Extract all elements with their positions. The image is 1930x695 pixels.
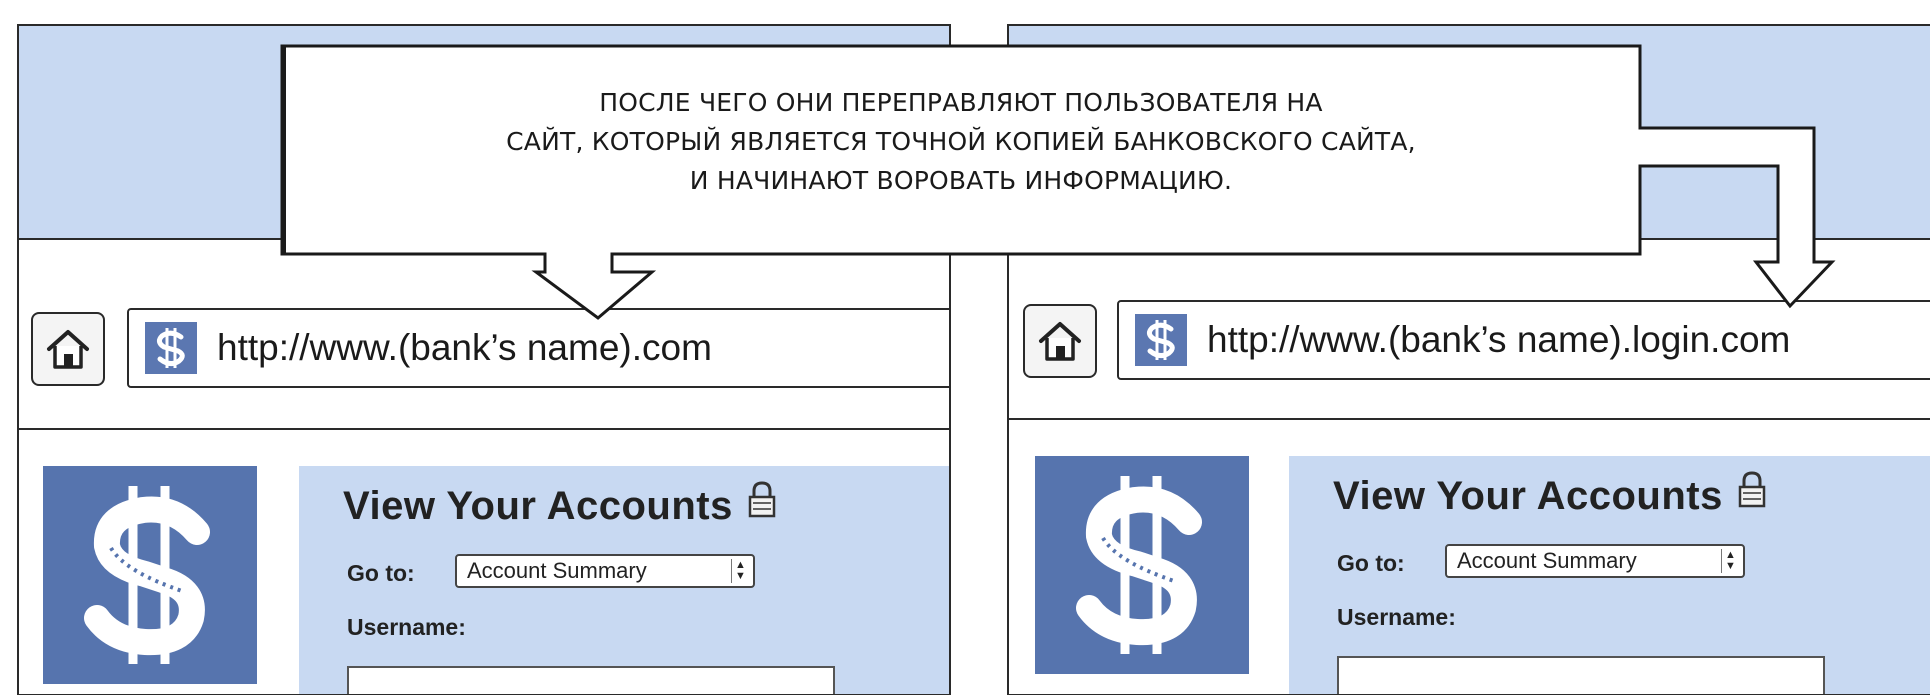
address-bar[interactable]: http://www.(bank’s name).login.com	[1117, 300, 1930, 380]
url-text: http://www.(bank’s name).com	[217, 327, 712, 368]
toolbar-divider	[19, 428, 949, 430]
login-title: View Your Accounts	[343, 481, 777, 532]
lock-icon	[747, 480, 777, 528]
goto-select[interactable]: Account Summary ▲ ▼	[1445, 544, 1745, 578]
goto-select[interactable]: Account Summary ▲ ▼	[455, 554, 755, 588]
callout-line-1: ПОСЛЕ ЧЕГО ОНИ ПЕРЕПРАВЛЯЮТ ПОЛЬЗОВАТЕЛЯ…	[599, 87, 1323, 117]
toolbar-divider	[1009, 418, 1930, 420]
bank-logo	[1035, 456, 1249, 674]
url-text: http://www.(bank’s name).login.com	[1207, 319, 1791, 360]
dollar-icon	[1135, 314, 1187, 366]
comic-panel: http://www.(bank’s name).com View Your A…	[0, 0, 1930, 695]
updown-arrows-icon: ▲ ▼	[731, 559, 749, 583]
username-label: Username:	[1337, 604, 1456, 630]
login-form: View Your Accounts Go to: Account Summar…	[299, 466, 949, 694]
username-input[interactable]	[347, 666, 835, 694]
dollar-logo-icon	[84, 486, 210, 664]
address-bar[interactable]: http://www.(bank’s name).com	[127, 308, 949, 388]
dollar-logo-icon	[1076, 476, 1202, 654]
updown-arrows-icon: ▲ ▼	[1721, 549, 1739, 573]
home-button[interactable]	[1023, 304, 1097, 378]
username-input[interactable]	[1337, 656, 1825, 694]
dollar-icon	[145, 322, 197, 374]
home-icon	[47, 330, 89, 369]
login-title: View Your Accounts	[1333, 471, 1767, 522]
bank-logo	[43, 466, 257, 684]
goto-select-value: Account Summary	[1457, 548, 1637, 573]
login-form: View Your Accounts Go to: Account Summar…	[1289, 456, 1930, 694]
login-title-text: View Your Accounts	[343, 484, 733, 528]
home-icon	[1039, 322, 1081, 361]
callout-line-2: САЙТ, КОТОРЫЙ ЯВЛЯЕТСЯ ТОЧНОЙ КОПИЕЙ БАН…	[506, 126, 1416, 156]
login-title-text: View Your Accounts	[1333, 474, 1723, 518]
callout-text-box: ПОСЛЕ ЧЕГО ОНИ ПЕРЕПРАВЛЯЮТ ПОЛЬЗОВАТЕЛЯ…	[282, 46, 1640, 254]
lock-icon	[1737, 470, 1767, 518]
goto-label: Go to:	[1337, 550, 1405, 576]
username-label: Username:	[347, 614, 466, 640]
goto-label: Go to:	[347, 560, 415, 586]
callout-line-3: И НАЧИНАЮТ ВОРОВАТЬ ИНФОРМАЦИЮ.	[689, 165, 1233, 195]
goto-select-value: Account Summary	[467, 558, 647, 583]
home-button[interactable]	[31, 312, 105, 386]
